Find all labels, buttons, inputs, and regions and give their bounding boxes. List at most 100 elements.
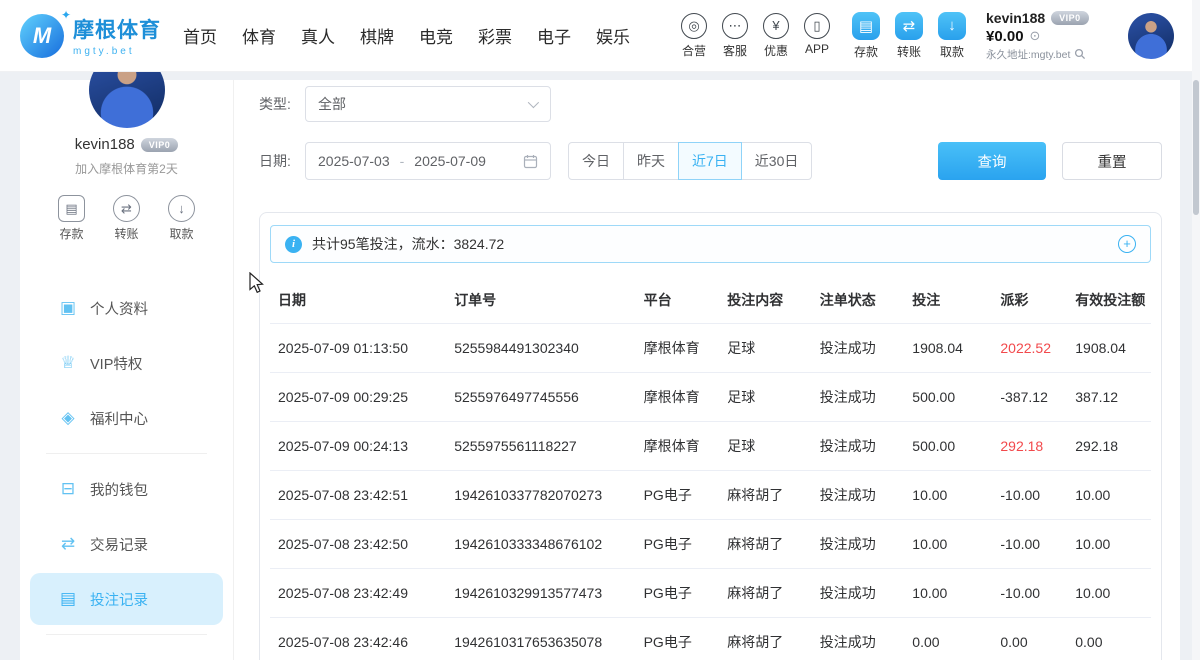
query-button[interactable]: 查询 (938, 142, 1046, 180)
nav-item-5[interactable]: 彩票 (478, 23, 512, 48)
permanent-address: 永久地址:mgty.bet (986, 47, 1070, 62)
cell-platform: 摩根体育 (636, 324, 720, 373)
nav-item-7[interactable]: 娱乐 (596, 23, 630, 48)
balance: ¥0.00 (986, 28, 1024, 45)
nav-wallet-label: 转账 (897, 43, 921, 60)
nav-deposit-button[interactable]: ▤存款 (852, 12, 880, 60)
nav-item-0[interactable]: 首页 (183, 23, 217, 48)
vip-crown-icon: ♕ (58, 353, 78, 373)
chevron-down-icon (528, 97, 539, 108)
cell-platform: 摩根体育 (636, 373, 720, 422)
nav-transfer-button[interactable]: ⇄ 转账 (895, 12, 923, 60)
range-last7-button[interactable]: 近7日 (678, 142, 742, 180)
column-header: 投注 (904, 277, 992, 324)
nav-item-1[interactable]: 体育 (242, 23, 276, 48)
sidebar-item-redeem[interactable]: ◫兑奖记录 (30, 644, 223, 660)
reset-button[interactable]: 重置 (1062, 142, 1162, 180)
cell-valid: 387.12 (1067, 373, 1151, 422)
scrollbar-thumb[interactable] (1193, 80, 1199, 215)
search-address-icon[interactable] (1074, 48, 1086, 60)
table-row: 2025-07-09 01:13:505255984491302340摩根体育足… (270, 324, 1151, 373)
user-name-row: kevin188 VIP0 (986, 10, 1114, 26)
cell-status: 投注成功 (812, 471, 905, 520)
range-last30-button[interactable]: 近30日 (741, 142, 813, 180)
withdraw-icon: ↓ (168, 195, 195, 222)
cell-valid: 0.00 (1067, 618, 1151, 660)
deposit-icon: ▤ (58, 195, 85, 222)
table-row: 2025-07-09 00:29:255255976497745556摩根体育足… (270, 373, 1151, 422)
cell-bet: 10.00 (904, 520, 992, 569)
sidebar-item-label: 我的钱包 (90, 479, 148, 500)
type-filter-row: 类型: 全部 (259, 86, 1162, 122)
nav-quick-app[interactable]: ▯APP (804, 13, 830, 59)
sidebar-item-bets[interactable]: ▤投注记录 (30, 573, 223, 625)
range-today-button[interactable]: 今日 (568, 142, 624, 180)
cell-platform: PG电子 (636, 471, 720, 520)
nav-item-4[interactable]: 电竞 (419, 23, 453, 48)
scrollbar-track[interactable] (1192, 0, 1200, 660)
cell-order: 5255984491302340 (446, 324, 635, 373)
profile-icon: ▣ (58, 298, 78, 318)
cell-date: 2025-07-08 23:42:51 (270, 471, 446, 520)
sidebar-item-vip[interactable]: ♕ VIP特权 (30, 337, 223, 389)
cell-valid: 1908.04 (1067, 324, 1151, 373)
brand-text: 摩根体育 mgty.bet (73, 14, 161, 57)
type-label: 类型: (259, 94, 299, 114)
sidebar-deposit-button[interactable]: ▤存款 (58, 195, 85, 242)
results-card: i 共计95笔投注，流水：3824.72 + 日期订单号平台投注内容注单状态投注… (259, 212, 1162, 660)
cell-date: 2025-07-09 01:13:50 (270, 324, 446, 373)
table-row: 2025-07-08 23:42:461942610317653635078PG… (270, 618, 1151, 660)
cell-date: 2025-07-08 23:42:50 (270, 520, 446, 569)
brand-logo[interactable]: M ✦ 摩根体育 mgty.bet (20, 14, 161, 58)
cell-platform: 摩根体育 (636, 422, 720, 471)
nav-quick-promo[interactable]: ¥优惠 (763, 13, 789, 59)
cell-status: 投注成功 (812, 569, 905, 618)
cell-content: 麻将胡了 (719, 569, 812, 618)
nav-quick-icons: ◎合营 ⋯客服 ¥优惠 ▯APP (681, 13, 830, 59)
nav-item-6[interactable]: 电子 (537, 23, 571, 48)
nav-wallet-label: 取款 (940, 43, 964, 60)
cell-payout: -10.00 (992, 569, 1067, 618)
customer-service-icon: ⋯ (722, 13, 748, 39)
sidebar-withdraw-button[interactable]: ↓取款 (168, 195, 195, 242)
cell-order: 1942610329913577473 (446, 569, 635, 618)
nav-withdraw-button[interactable]: ↓取款 (938, 12, 966, 60)
page-body: kevin188 VIP0 加入摩根体育第2天 ▤存款⇄转账↓取款 ▣个人资料♕… (20, 80, 1180, 660)
username: kevin188 (986, 10, 1045, 26)
column-header: 派彩 (992, 277, 1067, 324)
sidebar-item-label: 个人资料 (90, 298, 148, 319)
cell-date: 2025-07-09 00:29:25 (270, 373, 446, 422)
expand-icon[interactable]: + (1118, 235, 1136, 253)
user-avatar[interactable] (1128, 13, 1174, 59)
sidebar-item-transactions[interactable]: ⇄交易记录 (30, 518, 223, 570)
date-range-input[interactable]: 2025-07-03 - 2025-07-09 (305, 142, 551, 180)
sidebar-username: kevin188 (75, 136, 135, 153)
nav-item-2[interactable]: 真人 (301, 23, 335, 48)
type-select[interactable]: 全部 (305, 86, 551, 122)
nav-item-3[interactable]: 棋牌 (360, 23, 394, 48)
top-navbar: M ✦ 摩根体育 mgty.bet 首页体育真人棋牌电竞彩票电子娱乐 ◎合营 ⋯客… (0, 0, 1200, 72)
cell-date: 2025-07-09 00:24:13 (270, 422, 446, 471)
sidebar-item-wallet[interactable]: ⊟我的钱包 (30, 463, 223, 515)
cell-platform: PG电子 (636, 618, 720, 660)
sidebar-wallet-label: 转账 (114, 225, 138, 242)
cell-content: 麻将胡了 (719, 520, 812, 569)
transfer-icon: ⇄ (895, 12, 923, 40)
sidebar-item-profile[interactable]: ▣ 个人资料 (30, 282, 223, 334)
nav-quick-partner[interactable]: ◎合营 (681, 13, 707, 59)
refresh-balance-icon[interactable]: ⊙ (1030, 28, 1041, 44)
nav-wallet-label: 存款 (854, 43, 878, 60)
sidebar-transfer-button[interactable]: ⇄转账 (113, 195, 140, 242)
table-row: 2025-07-08 23:42:511942610337782070273PG… (270, 471, 1151, 520)
brand-domain: mgty.bet (73, 46, 161, 57)
column-header: 日期 (270, 277, 446, 324)
cell-bet: 10.00 (904, 471, 992, 520)
summary-text: 共计95笔投注，流水：3824.72 (312, 234, 504, 254)
range-yesterday-button[interactable]: 昨天 (623, 142, 679, 180)
bet-records-icon: ▤ (58, 589, 78, 609)
brand-name: 摩根体育 (73, 14, 161, 44)
nav-quick-service[interactable]: ⋯客服 (722, 13, 748, 59)
sidebar-item-welfare[interactable]: ◈福利中心 (30, 392, 223, 444)
date-filter-row: 日期: 2025-07-03 - 2025-07-09 今日昨天近7日近30日 … (259, 142, 1162, 180)
sidebar-item-label: VIP特权 (90, 353, 142, 374)
